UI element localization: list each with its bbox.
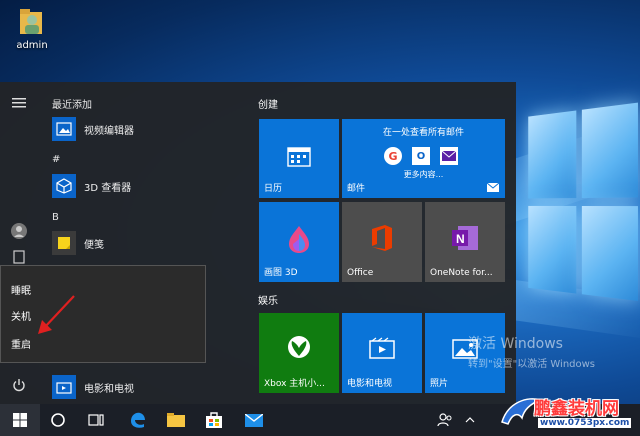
site-url: www.0753px.com	[538, 418, 632, 428]
tile-movies-tv[interactable]: 电影和电视	[342, 313, 422, 393]
group-title-create[interactable]: 创建	[258, 96, 278, 111]
xbox-icon	[288, 336, 310, 358]
tile-label: 画图 3D	[264, 268, 298, 278]
recently-added-header: 最近添加	[52, 100, 92, 111]
chevron-up-icon	[465, 417, 475, 423]
app-name: 便笺	[84, 239, 104, 251]
letter-header-hash[interactable]: #	[52, 154, 60, 165]
cortana-circle-icon	[51, 413, 65, 427]
app-item-3d-viewer[interactable]: 3D 查看器	[52, 173, 131, 199]
tile-mail[interactable]: 在一处查看所有邮件 G O 更多内容... 邮件	[342, 119, 505, 198]
yahoo-mail-icon	[440, 147, 458, 165]
cortana-search-button[interactable]	[42, 404, 74, 436]
google-icon: G	[384, 147, 402, 165]
taskbar-edge[interactable]	[122, 404, 154, 436]
edge-icon	[131, 412, 145, 428]
desktop-icon-label: admin	[16, 40, 48, 51]
taskbar-file-explorer[interactable]	[160, 404, 192, 436]
onenote-icon: N	[452, 226, 478, 250]
movies-tv-icon	[369, 337, 395, 359]
sticky-notes-icon	[52, 231, 76, 255]
tile-label: 电影和电视	[347, 379, 393, 389]
task-view-icon	[88, 414, 104, 426]
app-item-movies-tv[interactable]: 电影和电视	[52, 374, 134, 400]
power-icon[interactable]	[8, 374, 30, 396]
mail-more-text: 更多内容...	[403, 170, 444, 179]
show-hidden-icons-button[interactable]	[460, 404, 480, 436]
svg-text:N: N	[456, 232, 465, 246]
windows-wallpaper-logo	[528, 102, 640, 307]
taskbar-store[interactable]	[198, 404, 230, 436]
start-button[interactable]	[0, 404, 40, 436]
activation-subtitle: 转到"设置"以激活 Windows	[468, 359, 596, 370]
letter-header-b[interactable]: B	[52, 212, 59, 223]
tile-onenote[interactable]: N OneNote for...	[425, 202, 505, 282]
activation-watermark: 激活 Windows 转到"设置"以激活 Windows	[468, 333, 595, 370]
paint-3d-icon	[289, 226, 309, 253]
outlook-icon: O	[412, 147, 430, 165]
site-name: 鹏鑫装机网	[534, 399, 619, 419]
folder-icon	[167, 413, 185, 427]
annotation-arrow	[38, 295, 75, 334]
user-account-icon[interactable]	[8, 220, 30, 242]
tile-paint-3d[interactable]: 画图 3D	[259, 202, 339, 282]
tile-label: 日历	[264, 184, 283, 194]
taskbar-mail[interactable]	[238, 404, 270, 436]
power-option-restart[interactable]: 重启	[11, 336, 31, 351]
tile-label: 照片	[430, 379, 449, 389]
mail-provider-icons: G O	[384, 147, 458, 165]
app-name: 3D 查看器	[84, 182, 132, 194]
desktop-icon-admin[interactable]: admin	[12, 6, 52, 51]
hamburger-menu-icon[interactable]	[8, 92, 30, 114]
site-logo: 鹏鑫装机网 www.0753px.com	[498, 388, 640, 436]
user-folder-icon	[19, 6, 45, 36]
people-button[interactable]	[434, 404, 456, 436]
mail-tile-header: 在一处查看所有邮件	[382, 128, 464, 138]
mail-envelope-icon	[487, 183, 499, 192]
tile-office[interactable]: Office	[342, 202, 422, 282]
task-view-button[interactable]	[80, 404, 112, 436]
app-item-video-editor[interactable]: 视频编辑器	[52, 116, 134, 142]
app-name: 电影和电视	[84, 383, 134, 395]
power-option-sleep[interactable]: 睡眠	[11, 282, 31, 297]
mail-icon	[245, 413, 263, 427]
movies-tv-icon	[52, 375, 76, 399]
video-editor-icon	[52, 117, 76, 141]
power-option-shutdown[interactable]: 关机	[11, 308, 31, 323]
tile-xbox[interactable]: Xbox 主机小...	[259, 313, 339, 393]
app-name: 视频编辑器	[84, 125, 134, 137]
tile-label: 邮件	[347, 184, 366, 194]
3d-viewer-icon	[52, 174, 76, 198]
calendar-icon	[287, 147, 311, 167]
people-icon	[437, 413, 452, 427]
tile-label: Xbox 主机小...	[264, 379, 325, 389]
windows-start-icon	[13, 413, 27, 427]
tile-label: OneNote for...	[430, 268, 493, 278]
office-icon	[372, 225, 392, 251]
tile-label: Office	[347, 268, 374, 278]
app-item-sticky-notes[interactable]: 便笺	[52, 230, 104, 256]
group-title-entertainment[interactable]: 娱乐	[258, 292, 278, 307]
tile-calendar[interactable]: 日历	[259, 119, 339, 198]
store-bag-icon	[206, 412, 222, 428]
activation-title: 激活 Windows	[468, 336, 563, 352]
